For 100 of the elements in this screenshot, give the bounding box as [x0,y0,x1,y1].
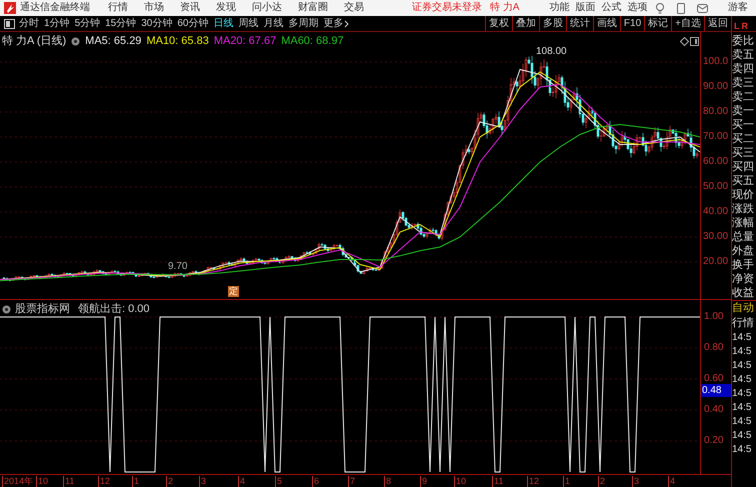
time-axis-label: 3 [632,476,640,486]
login-status: 证券交易未登录 [412,0,482,15]
moving-average-label: MA60: 68.97 [281,34,344,49]
time-axis-label: 10 [36,476,48,486]
time-axis-label: 6 [312,476,320,486]
period-tab[interactable]: 多周期 [288,16,318,31]
trade-time: 14:5 [732,345,752,359]
indicator-axis-label: 0.60 [703,373,724,385]
period-tab[interactable]: 分时 [19,16,39,31]
menu-item[interactable]: 资讯 [180,0,200,16]
period-tab[interactable]: 更多 [324,16,344,31]
toolbar-button[interactable]: 叠加 [512,16,539,31]
trade-time: 14:5 [732,443,752,457]
time-axis-label: 2 [166,476,174,486]
price-axis-label: 60.00 [702,156,730,168]
quote-field-label: 卖三 [732,76,755,90]
stock-name: 特 力A [490,0,520,15]
period-tab[interactable]: 1分钟 [44,16,70,31]
quote-field-label: 现价 [732,188,755,202]
settings-icon[interactable] [71,36,80,46]
time-axis-label: 9 [420,476,428,486]
price-axis-label: 40.00 [702,206,730,218]
panel-icon[interactable] [690,37,699,46]
price-axis-label: 90.00 [702,81,730,93]
quote-mode-label[interactable]: 自动 [732,301,756,316]
tool-menu-item[interactable]: 版面 [575,0,596,16]
toolbar-button[interactable]: 画线 [592,16,620,31]
quote-field-label: 净资 [732,272,755,286]
settings-icon[interactable] [2,304,11,314]
toolbar-button[interactable]: 复权 [484,16,512,31]
period-tab[interactable]: 5分钟 [74,16,100,31]
trade-time: 14:5 [732,415,752,429]
app-title: 通达信金融终端 [20,0,90,15]
indicator-value: 领航出击: 0.00 [78,302,150,317]
price-axis-label: 100.0 [702,56,730,68]
period-tab[interactable]: 日线 [214,16,234,31]
trade-time: 14:5 [732,331,752,345]
trade-time: 14:5 [732,373,752,387]
menu-item[interactable]: 财富圈 [298,0,328,16]
period-tab[interactable]: 15分钟 [105,16,136,31]
time-axis-label: 11 [63,476,74,486]
period-tab[interactable]: 周线 [238,16,258,31]
moving-average-label: MA20: 67.67 [214,34,276,49]
mail-icon[interactable] [697,4,708,12]
toolbar-button[interactable]: F10 [620,16,644,31]
phone-icon[interactable] [677,2,686,14]
trade-time: 14:5 [732,387,752,401]
trade-time: 14:5 [732,401,752,415]
quote-field-label: 卖五 [732,48,755,62]
quote-field-label: 涨幅 [732,216,755,230]
user-label[interactable]: 游客 [728,0,748,16]
time-axis-label: 1 [132,476,140,486]
indicator-axis-label: 0.80 [703,342,724,354]
quote-field-label: 买二 [732,132,755,146]
tool-menu-item[interactable]: 公式 [601,0,622,16]
menu-item[interactable]: 市场 [144,0,164,16]
caret-icon[interactable] [344,20,348,28]
bulb-icon[interactable] [655,2,666,14]
event-marker[interactable]: 定 [228,286,239,297]
indicator-name: 股票指标网 [15,302,70,317]
diamond-icon[interactable] [680,37,689,46]
toolbar-button[interactable]: 标记 [644,16,672,31]
time-axis-label: 1 [563,476,570,486]
menu-item[interactable]: 问小达 [252,0,282,16]
tool-menu-item[interactable]: 功能 [549,0,570,16]
corner-label: R [742,22,748,31]
cursor-value-label: 0.48 [701,384,731,397]
tool-menu-item[interactable]: 选项 [627,0,648,16]
quote-field-label: 换手 [732,258,755,272]
time-axis-label: 12 [527,476,540,486]
quote-field-label: 买四 [732,160,755,174]
quote-field-label: 收益 [732,286,755,300]
quote-field-label: 卖四 [732,62,755,76]
low-price-label: 9.70 [168,260,188,274]
price-axis-label: 80.00 [702,106,730,118]
quote-field-label: 卖二 [732,90,755,104]
time-axis-label: 4 [668,476,676,486]
time-axis-label: 3 [199,476,206,486]
menu-item[interactable]: 发现 [216,0,236,16]
panel-toggle-icon[interactable] [4,18,15,28]
indicator-axis-label: 0.40 [703,404,724,416]
menu-item[interactable]: 交易 [344,0,364,16]
period-tab[interactable]: 60分钟 [177,16,208,31]
toolbar-button[interactable]: 统计 [566,16,593,31]
period-tab[interactable]: 30分钟 [141,16,172,31]
time-axis-label: 5 [275,476,282,486]
indicator-axis-label: 1.00 [703,311,724,324]
quote-field-label: 涨跌 [732,202,755,216]
menu-item[interactable]: 行情 [108,0,128,16]
indicator-axis-label: 0.20 [703,434,724,447]
quote-field-label: 外盘 [732,244,755,258]
time-axis-label: 4 [238,476,246,486]
quote-field-label: 卖一 [732,104,755,118]
quote-mode-label[interactable]: 行情 [732,316,756,331]
quote-field-label: 买三 [732,146,755,160]
toolbar-button[interactable]: +自选 [671,16,704,31]
time-axis-label: 12 [98,476,110,486]
period-tab[interactable]: 月线 [264,16,284,31]
time-axis-label: 2014年 [2,476,34,486]
toolbar-button[interactable]: 多股 [538,16,566,31]
